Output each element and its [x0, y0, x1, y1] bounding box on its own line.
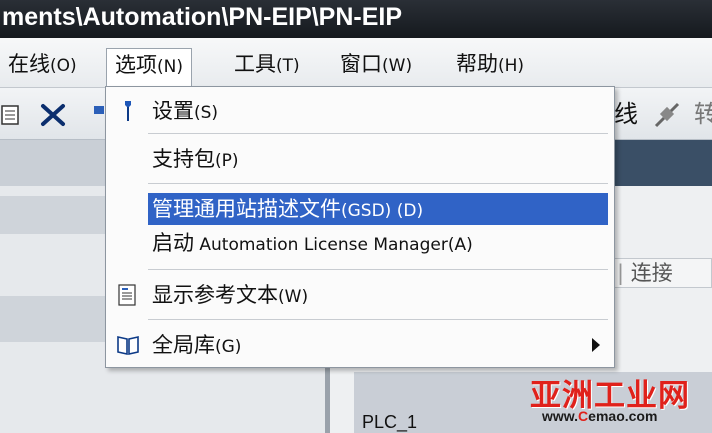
menu-item-license-manager[interactable]: 启动 Automation License Manager(A)	[106, 227, 614, 259]
menu-separator	[148, 319, 608, 320]
toolbar-label-partial-1: 线	[614, 100, 638, 128]
menu-item-global-libraries[interactable]: 全局库(G)	[106, 329, 614, 361]
menu-online[interactable]: 在线(O)	[0, 48, 85, 82]
paste-icon[interactable]	[0, 96, 24, 132]
plc-device-label: PLC_1	[362, 412, 418, 432]
connections-button[interactable]: | 连接	[612, 258, 712, 288]
menu-separator	[148, 269, 608, 270]
book-icon	[116, 333, 140, 357]
wrench-icon	[116, 99, 140, 123]
reference-text-icon	[116, 283, 140, 307]
menu-help[interactable]: 帮助(H)	[448, 48, 532, 82]
watermark: 亚洲工业网 www.Cemao.com	[530, 370, 710, 430]
menu-separator	[148, 183, 608, 184]
menu-bar: 在线(O) 选项(N) 工具(T) 窗口(W) 帮助(H)	[0, 38, 712, 88]
watermark-url: www.Cemao.com	[542, 408, 658, 424]
menu-item-settings[interactable]: 设置(S)	[106, 95, 614, 127]
editor-header-dark	[612, 140, 712, 186]
window-title: ments\Automation\PN-EIP\PN-EIP	[0, 0, 712, 38]
menu-tools[interactable]: 工具(T)	[226, 48, 308, 82]
menu-options[interactable]: 选项(N)	[106, 48, 192, 88]
connect-icon[interactable]	[652, 96, 682, 132]
menu-item-show-reference-text[interactable]: 显示参考文本(W)	[106, 279, 614, 311]
toolbar-icon-partial[interactable]	[92, 96, 104, 132]
menu-item-support-packages[interactable]: 支持包(P)	[106, 143, 614, 175]
delete-icon[interactable]	[38, 96, 68, 132]
menu-item-manage-gsd[interactable]: 管理通用站描述文件(GSD) (D)	[148, 193, 608, 225]
menu-window[interactable]: 窗口(W)	[332, 48, 420, 82]
menu-separator	[148, 133, 608, 134]
options-dropdown-menu: 设置(S) 支持包(P) 管理通用站描述文件(GSD) (D) 启动 Autom…	[105, 86, 615, 368]
submenu-arrow-icon	[592, 338, 600, 352]
toolbar-label-partial-2: 转	[694, 100, 712, 128]
